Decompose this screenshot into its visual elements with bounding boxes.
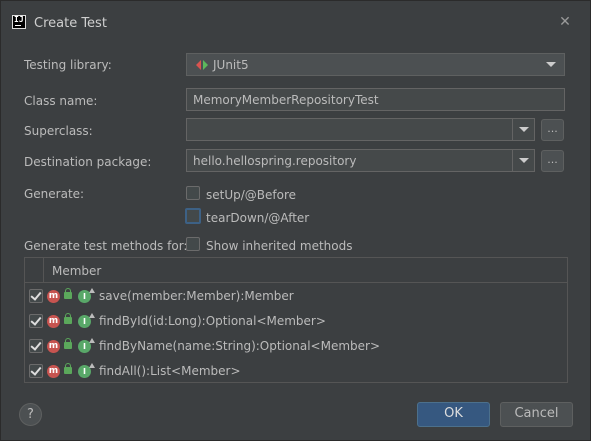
show-inherited-label: Show inherited methods: [206, 239, 353, 253]
destination-package-label: Destination package:: [24, 155, 152, 169]
row-checkbox[interactable]: [29, 339, 43, 353]
table-row[interactable]: m I findById(id:Long):Optional<Member>: [25, 309, 567, 334]
method-icon: m: [47, 290, 60, 303]
row-checkbox[interactable]: [29, 364, 43, 378]
table-header-gutter: [25, 258, 44, 283]
superclass-label: Superclass:: [24, 124, 93, 138]
testing-library-select[interactable]: JUnit5: [186, 53, 565, 76]
method-signature: findById(id:Long):Optional<Member>: [99, 314, 326, 328]
superclass-dropdown-button[interactable]: [512, 119, 534, 140]
intellij-icon: IJ: [12, 15, 26, 29]
setup-label: setUp/@Before: [206, 188, 297, 202]
destination-browse-button[interactable]: ...: [541, 150, 564, 172]
create-test-dialog: IJ Create Test ✕ Testing library: JUnit5…: [0, 0, 591, 441]
testing-library-value: JUnit5: [213, 58, 249, 72]
override-icon: I: [78, 313, 95, 328]
member-column-header[interactable]: Member: [52, 264, 101, 278]
setup-checkbox[interactable]: [186, 186, 200, 200]
dialog-title: Create Test: [34, 16, 107, 31]
method-signature: findAll():List<Member>: [99, 364, 241, 378]
destination-package-value: hello.hellospring.repository: [193, 154, 357, 168]
chevron-down-icon: [519, 127, 529, 132]
teardown-checkbox[interactable]: [185, 208, 201, 224]
row-checkbox[interactable]: [29, 314, 43, 328]
lock-icon: [64, 338, 72, 349]
show-inherited-checkbox[interactable]: [186, 237, 200, 251]
ok-button[interactable]: OK: [417, 402, 490, 427]
close-icon[interactable]: ✕: [556, 13, 574, 31]
generate-methods-label: Generate test methods for:: [24, 239, 188, 253]
members-table: Member m I save(member:Member):Member m …: [24, 257, 568, 383]
lock-icon: [64, 363, 72, 374]
lock-icon: [64, 313, 72, 324]
override-icon: I: [78, 363, 95, 378]
table-row[interactable]: m I findAll():List<Member>: [25, 359, 567, 384]
help-button[interactable]: ?: [19, 403, 42, 426]
table-row[interactable]: m I findByName(name:String):Optional<Mem…: [25, 334, 567, 359]
class-name-field[interactable]: MemoryMemberRepositoryTest: [186, 88, 565, 111]
title-bar: IJ Create Test ✕: [1, 1, 590, 43]
teardown-label: tearDown/@After: [206, 211, 310, 225]
junit-icon: [196, 59, 208, 71]
override-icon: I: [78, 288, 95, 303]
override-icon: I: [78, 338, 95, 353]
row-checkbox[interactable]: [29, 289, 43, 303]
table-row[interactable]: m I save(member:Member):Member: [25, 284, 567, 309]
superclass-browse-button[interactable]: ...: [541, 119, 564, 141]
generate-label: Generate:: [24, 187, 85, 201]
destination-package-combo[interactable]: hello.hellospring.repository: [186, 149, 535, 172]
method-icon: m: [47, 315, 60, 328]
class-name-label: Class name:: [24, 94, 98, 108]
superclass-combo[interactable]: [186, 118, 535, 141]
table-header: Member: [25, 258, 567, 283]
chevron-down-icon: [519, 158, 529, 163]
lock-icon: [64, 288, 72, 299]
cancel-button[interactable]: Cancel: [500, 402, 573, 427]
chevron-down-icon: [546, 62, 556, 67]
testing-library-label: Testing library:: [24, 58, 112, 72]
method-icon: m: [47, 340, 60, 353]
method-icon: m: [47, 365, 60, 378]
class-name-value: MemoryMemberRepositoryTest: [193, 93, 379, 107]
method-signature: save(member:Member):Member: [99, 289, 294, 303]
destination-dropdown-button[interactable]: [512, 150, 534, 171]
method-signature: findByName(name:String):Optional<Member>: [99, 339, 381, 353]
